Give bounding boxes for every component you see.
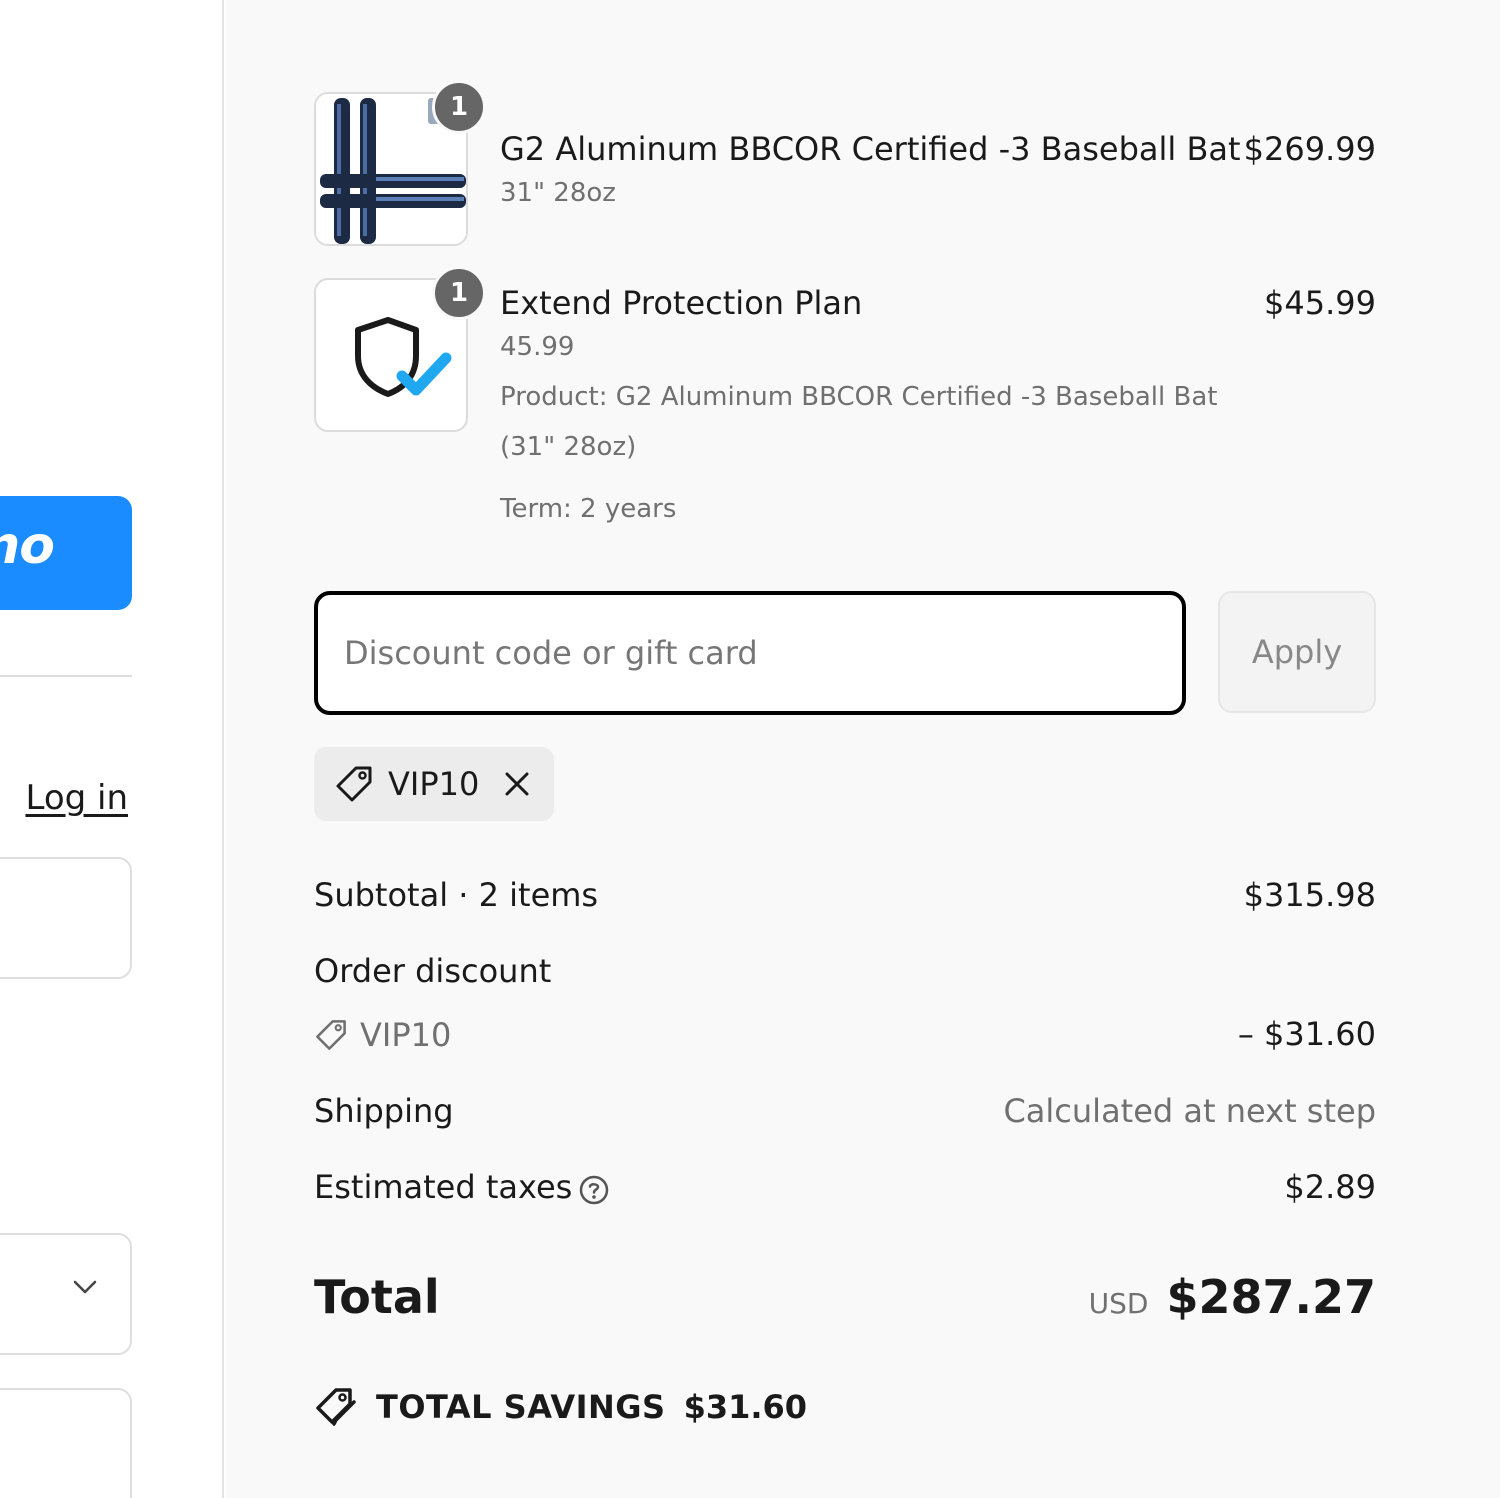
address-field[interactable] (0, 1388, 132, 1498)
help-circle-icon[interactable] (578, 1174, 610, 1206)
item-price: $269.99 (1243, 130, 1376, 168)
order-discount-code-text: VIP10 (360, 1016, 452, 1054)
item-term: Term: 2 years (500, 494, 677, 524)
total-savings-value: $31.60 (683, 1388, 808, 1426)
product-thumbnail: 1 (314, 80, 486, 246)
tag-icon (336, 766, 372, 802)
item-title: Extend Protection Plan (500, 284, 863, 322)
total-savings-label: TOTAL SAVINGS (376, 1388, 666, 1426)
item-price: $45.99 (1264, 284, 1376, 322)
express-checkout-label: no (0, 516, 55, 576)
quantity-badge: 1 (432, 266, 486, 320)
tag-icon (316, 1020, 346, 1050)
item-title: G2 Aluminum BBCOR Certified -3 Baseball … (500, 130, 1241, 168)
line-item-protection-plan: 1 Extend Protection Plan 45.99 Product: … (314, 266, 1376, 538)
apply-button[interactable]: Apply (1218, 591, 1376, 713)
country-select[interactable] (0, 1233, 132, 1355)
order-summary: 1 G2 Aluminum BBCOR Certified -3 Basebal… (226, 0, 1500, 1498)
total-value: $287.27 (1166, 1270, 1376, 1324)
shipping-value: Calculated at next step (1003, 1092, 1376, 1130)
order-discount-label: Order discount (314, 952, 552, 990)
order-discount-code: VIP10 (314, 1016, 451, 1054)
taxes-label: Estimated taxes (314, 1168, 573, 1206)
subtotal-value: $315.98 (1243, 876, 1376, 914)
quantity-badge: 1 (432, 80, 486, 134)
login-link[interactable]: Log in (25, 778, 128, 818)
shipping-label: Shipping (314, 1092, 454, 1130)
total-label: Total (314, 1270, 440, 1324)
discount-code-input[interactable] (314, 591, 1186, 715)
total-value-group: USD $287.27 (1089, 1270, 1376, 1324)
divider (0, 675, 132, 677)
savings-tag-icon (316, 1388, 356, 1426)
total-savings: TOTAL SAVINGS $31.60 (314, 1386, 807, 1428)
applied-discount-chip: VIP10 (314, 747, 554, 821)
item-product-line: (31" 28oz) (500, 432, 637, 462)
subtotal-label: Subtotal · 2 items (314, 876, 599, 914)
remove-discount-button[interactable] (501, 768, 533, 800)
product-thumbnail: 1 (314, 266, 486, 432)
currency-code: USD (1088, 1287, 1149, 1320)
item-variant: 31" 28oz (500, 178, 616, 208)
checkout-main-column: no Log in (0, 0, 224, 1498)
item-variant: 45.99 (500, 332, 575, 362)
discount-code-label: VIP10 (388, 765, 480, 803)
taxes-value: $2.89 (1284, 1168, 1376, 1206)
order-discount-value: – $31.60 (1237, 1015, 1376, 1053)
line-item-bat: 1 G2 Aluminum BBCOR Certified -3 Basebal… (314, 80, 1376, 252)
express-checkout-button[interactable]: no (0, 496, 132, 610)
item-product-line: Product: G2 Aluminum BBCOR Certified -3 … (500, 382, 1218, 412)
email-field[interactable] (0, 857, 132, 979)
close-icon (505, 772, 529, 796)
chevron-down-icon (73, 1280, 97, 1294)
